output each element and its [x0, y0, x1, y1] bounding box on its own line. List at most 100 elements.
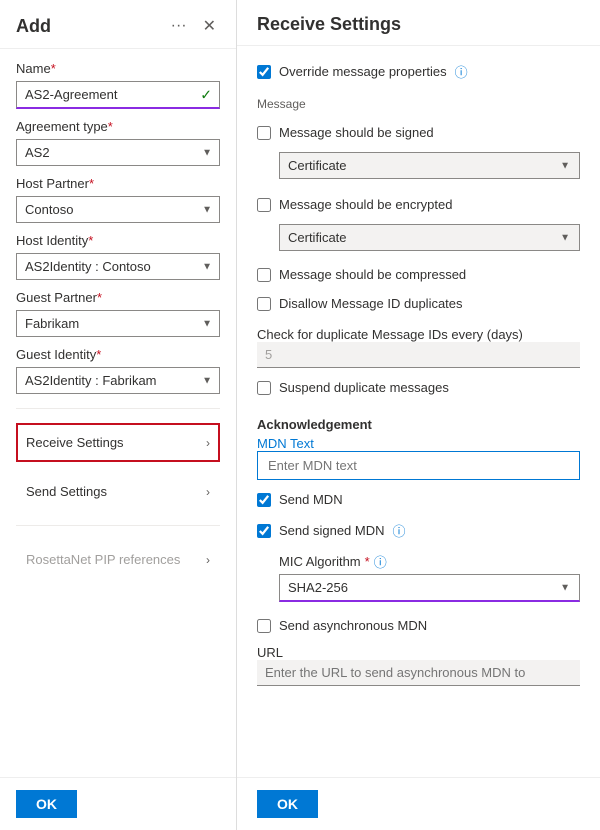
message-signed-label: Message should be signed: [279, 125, 434, 140]
nav-receive-settings[interactable]: Receive Settings ›: [16, 423, 220, 462]
override-message-checkbox[interactable]: [257, 65, 271, 79]
chevron-right-icon: ›: [206, 436, 210, 450]
host-identity-label: Host Identity*: [16, 233, 220, 248]
acknowledgement-group: Acknowledgement MDN Text: [257, 411, 580, 480]
mdn-text-input[interactable]: [257, 451, 580, 480]
disallow-duplicates-label: Disallow Message ID duplicates: [279, 296, 463, 311]
guest-partner-select[interactable]: Fabrikam: [16, 310, 220, 337]
agreement-type-select-wrapper: AS2 ▼: [16, 139, 220, 166]
left-body: Name* ✓ Agreement type* AS2 ▼ Host Partn…: [0, 49, 236, 777]
message-encrypted-checkbox[interactable]: [257, 198, 271, 212]
send-async-mdn-checkbox[interactable]: [257, 619, 271, 633]
encrypted-cert-wrapper: Certificate ▼: [279, 224, 580, 251]
receive-settings-label: Receive Settings: [26, 435, 124, 450]
send-mdn-checkbox[interactable]: [257, 493, 271, 507]
message-compressed-label: Message should be compressed: [279, 267, 466, 282]
name-label: Name*: [16, 61, 220, 76]
send-async-mdn-row: Send asynchronous MDN: [257, 616, 580, 635]
host-partner-field-group: Host Partner* Contoso ▼: [16, 176, 220, 223]
send-settings-label: Send Settings: [26, 484, 107, 499]
mic-select-wrapper: SHA2-256 SHA1 MD5 ▼: [279, 574, 580, 602]
right-ok-button[interactable]: OK: [257, 790, 318, 818]
guest-identity-field-group: Guest Identity* AS2Identity : Fabrikam ▼: [16, 347, 220, 394]
message-compressed-checkbox[interactable]: [257, 268, 271, 282]
send-signed-mdn-row: Send signed MDN ⓘ: [257, 519, 580, 542]
info-icon[interactable]: ⓘ: [455, 62, 468, 81]
message-compressed-row: Message should be compressed: [257, 265, 580, 284]
agreement-type-label: Agreement type*: [16, 119, 220, 134]
check-duplicates-group: Check for duplicate Message IDs every (d…: [257, 323, 580, 368]
rosettanet-label: RosettaNet PIP references: [26, 552, 180, 567]
host-partner-select[interactable]: Contoso: [16, 196, 220, 223]
info-icon-mic[interactable]: ⓘ: [374, 552, 387, 571]
signed-cert-wrapper: Certificate ▼: [279, 152, 580, 179]
message-section-label: Message: [257, 97, 580, 111]
override-message-row: Override message properties ⓘ: [257, 60, 580, 83]
right-panel: Receive Settings Override message proper…: [237, 0, 600, 830]
name-input[interactable]: [16, 81, 220, 109]
message-signed-checkbox[interactable]: [257, 126, 271, 140]
agreement-type-field-group: Agreement type* AS2 ▼: [16, 119, 220, 166]
message-encrypted-row: Message should be encrypted: [257, 195, 580, 214]
divider-2: [16, 525, 220, 526]
url-input[interactable]: [257, 660, 580, 686]
guest-identity-label: Guest Identity*: [16, 347, 220, 362]
guest-partner-field-group: Guest Partner* Fabrikam ▼: [16, 290, 220, 337]
left-ok-button[interactable]: OK: [16, 790, 77, 818]
right-footer: OK: [237, 777, 600, 830]
encrypted-cert-select[interactable]: Certificate: [279, 224, 580, 251]
send-mdn-label: Send MDN: [279, 492, 343, 507]
left-header: Add ··· ✕: [0, 0, 236, 49]
agreement-type-select[interactable]: AS2: [16, 139, 220, 166]
guest-identity-select[interactable]: AS2Identity : Fabrikam: [16, 367, 220, 394]
send-signed-mdn-label: Send signed MDN: [279, 523, 385, 538]
signed-cert-select[interactable]: Certificate: [279, 152, 580, 179]
send-async-mdn-label: Send asynchronous MDN: [279, 618, 427, 633]
left-footer: OK: [0, 777, 236, 830]
nav-rosettanet[interactable]: RosettaNet PIP references ›: [16, 540, 220, 579]
disallow-duplicates-checkbox[interactable]: [257, 297, 271, 311]
message-signed-row: Message should be signed: [257, 123, 580, 142]
disallow-duplicates-row: Disallow Message ID duplicates: [257, 294, 580, 313]
host-identity-select[interactable]: AS2Identity : Contoso: [16, 253, 220, 280]
suspend-duplicates-checkbox[interactable]: [257, 381, 271, 395]
header-icons: ··· ✕: [167, 14, 220, 38]
host-partner-select-wrapper: Contoso ▼: [16, 196, 220, 223]
send-mdn-row: Send MDN: [257, 490, 580, 509]
check-icon: ✓: [200, 87, 212, 104]
more-options-button[interactable]: ···: [167, 15, 191, 37]
guest-partner-select-wrapper: Fabrikam ▼: [16, 310, 220, 337]
right-panel-title: Receive Settings: [257, 14, 401, 34]
suspend-duplicates-label: Suspend duplicate messages: [279, 380, 449, 395]
host-identity-field-group: Host Identity* AS2Identity : Contoso ▼: [16, 233, 220, 280]
right-body: Override message properties ⓘ Message Me…: [237, 46, 600, 777]
divider: [16, 408, 220, 409]
left-panel: Add ··· ✕ Name* ✓ Agreement type* AS2: [0, 0, 237, 830]
message-encrypted-label: Message should be encrypted: [279, 197, 452, 212]
send-signed-mdn-checkbox[interactable]: [257, 524, 271, 538]
override-message-label: Override message properties: [279, 64, 447, 79]
guest-identity-select-wrapper: AS2Identity : Fabrikam ▼: [16, 367, 220, 394]
mic-required-star: *: [365, 554, 370, 569]
info-icon-signed-mdn[interactable]: ⓘ: [393, 521, 406, 540]
right-header: Receive Settings: [237, 0, 600, 46]
mic-algorithm-label: MIC Algorithm: [279, 554, 361, 569]
url-group: URL: [257, 645, 580, 686]
check-duplicates-input[interactable]: [257, 342, 580, 368]
acknowledgement-label: Acknowledgement: [257, 417, 580, 432]
mic-algorithm-select[interactable]: SHA2-256 SHA1 MD5: [279, 574, 580, 602]
suspend-duplicates-row: Suspend duplicate messages: [257, 378, 580, 397]
name-field-group: Name* ✓: [16, 61, 220, 109]
close-button[interactable]: ✕: [199, 14, 220, 38]
host-partner-label: Host Partner*: [16, 176, 220, 191]
url-label: URL: [257, 645, 580, 660]
chevron-right-icon: ›: [206, 553, 210, 567]
host-identity-select-wrapper: AS2Identity : Contoso ▼: [16, 253, 220, 280]
chevron-right-icon: ›: [206, 485, 210, 499]
nav-send-settings[interactable]: Send Settings ›: [16, 472, 220, 511]
mdn-text-label: MDN Text: [257, 436, 580, 451]
mic-algorithm-group: MIC Algorithm * ⓘ SHA2-256 SHA1 MD5 ▼: [257, 552, 580, 602]
guest-partner-label: Guest Partner*: [16, 290, 220, 305]
panel-title: Add: [16, 16, 51, 37]
check-duplicates-label: Check for duplicate Message IDs every (d…: [257, 327, 580, 342]
